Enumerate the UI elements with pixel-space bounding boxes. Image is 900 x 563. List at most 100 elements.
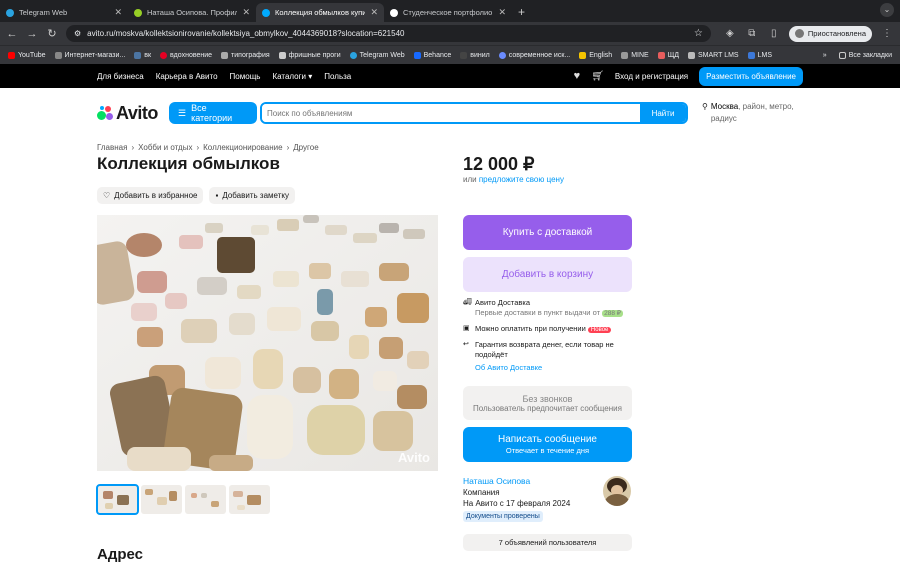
bookmark-art[interactable]: современное иск... (498, 51, 570, 59)
close-icon[interactable]: ✕ (498, 7, 506, 18)
star-icon[interactable]: ☆ (694, 28, 703, 39)
bookmark-smart-lms[interactable]: SMART LMS (688, 51, 739, 59)
thumbnail-1[interactable] (96, 484, 139, 515)
nav-link-catalogs[interactable]: Каталоги ▾ (272, 72, 312, 81)
search-input[interactable] (262, 104, 640, 122)
behance-icon (413, 51, 421, 59)
thumbnail-2[interactable] (141, 485, 182, 514)
delivery-info: 🚚︎ Авито Доставка Первые доставки в пунк… (463, 298, 638, 373)
docs-verified-badge: Документы проверены (463, 511, 543, 522)
breadcrumb-other[interactable]: Другое (293, 143, 318, 152)
address-bar[interactable]: ⚙ avito.ru/moskva/kollektsionirovanie/ko… (66, 25, 711, 42)
bookmark-vk[interactable]: вк (134, 51, 151, 59)
write-message-button[interactable]: Написать сообщение Отвечает в течение дн… (463, 427, 632, 462)
delivery-subtitle: Первые доставки в пункт выдачи от (475, 308, 601, 317)
tab-title: Наташа Осипова. Профиль (147, 8, 238, 17)
location-city: Москва (710, 102, 739, 111)
new-tab-icon[interactable]: + (518, 5, 525, 19)
add-to-cart-button[interactable]: Добавить в корзину (463, 257, 632, 292)
nav-link-benefit[interactable]: Польза (324, 72, 351, 81)
about-delivery-link[interactable]: Об Авито Доставке (475, 363, 638, 373)
cart-icon[interactable]: 🛒︎ (591, 71, 604, 82)
nav-link-business[interactable]: Для бизнеса (97, 72, 144, 81)
nav-link-help[interactable]: Помощь (230, 72, 261, 81)
menu-icon[interactable]: ⋮ (880, 28, 894, 39)
bookmark-shd[interactable]: ЩД (657, 51, 679, 59)
search-bar: Найти (260, 102, 688, 124)
tab-title: Telegram Web (19, 8, 68, 17)
bookmark-inspiration[interactable]: вдохновение (160, 51, 212, 59)
nav-link-career[interactable]: Карьера в Авито (156, 72, 218, 81)
site-header: Avito ☰ Все категории Найти ⚲ Москва, ра… (97, 100, 817, 126)
tab-portfolio[interactable]: Студенческое портфолио / ✕ (384, 3, 512, 22)
close-icon[interactable]: ✕ (114, 7, 122, 18)
no-calls-box: Без звонков Пользователь предпочитает со… (463, 386, 632, 420)
bookmark-shop[interactable]: Интернет-магази... (54, 51, 125, 59)
bookmark-telegram[interactable]: Telegram Web (349, 51, 405, 59)
puzzle-icon[interactable]: ⧉ (745, 28, 759, 39)
all-bookmarks-button[interactable]: Все закладки (838, 51, 892, 59)
bookmark-behance[interactable]: Behance (413, 51, 451, 59)
bookmark-mine[interactable]: MINE (621, 51, 649, 59)
reload-icon[interactable]: ↻ (46, 27, 58, 40)
folder-icon (838, 51, 846, 59)
bookmark-print[interactable]: типография (221, 51, 270, 59)
bookmark-vinyl[interactable]: винил (460, 51, 490, 59)
post-ad-button[interactable]: Разместить объявление (699, 66, 803, 86)
forward-icon[interactable]: → (26, 28, 38, 40)
bookmark-youtube[interactable]: YouTube (8, 51, 46, 59)
sidebar-icon[interactable]: ▯ (767, 28, 781, 39)
page-icon (747, 51, 755, 59)
bookmark-lms[interactable]: LMS (747, 51, 772, 59)
profile-label: Приостановлена (807, 29, 866, 38)
write-message-label: Написать сообщение (497, 434, 597, 445)
seller-avatar[interactable] (603, 476, 631, 506)
site-settings-icon[interactable]: ⚙ (74, 29, 81, 38)
location-pin-icon: ⚲ (702, 102, 708, 111)
page-icon (278, 51, 286, 59)
all-categories-button[interactable]: ☰ Все категории (169, 102, 257, 124)
back-icon[interactable]: ← (6, 28, 18, 40)
location-selector[interactable]: ⚲ Москва, район, метро, радиус (702, 101, 797, 125)
url-text: avito.ru/moskva/kollektsionirovanie/koll… (87, 29, 405, 38)
delivery-title: Авито Доставка (475, 298, 530, 307)
page-icon (221, 51, 229, 59)
tab-telegram[interactable]: Telegram Web ✕ (0, 3, 128, 22)
avatar (794, 29, 804, 38)
breadcrumb-hobby[interactable]: Хобби и отдых (138, 143, 192, 152)
folder-icon (621, 51, 629, 59)
bookmark-english[interactable]: English (579, 51, 612, 59)
extension-icon[interactable]: ◈ (723, 28, 737, 39)
breadcrumb-home[interactable]: Главная (97, 143, 127, 152)
chevron-down-icon[interactable]: ⌄ (880, 3, 894, 17)
logo-text: Avito (116, 102, 158, 123)
thumbnail-4[interactable] (229, 485, 270, 514)
profile-button[interactable]: Приостановлена (788, 25, 872, 42)
page-title: Коллекция обмылков (97, 154, 280, 173)
login-link[interactable]: Вход и регистрация (615, 72, 688, 81)
seller-listings-button[interactable]: 7 объявлений пользователя (463, 534, 632, 551)
search-button[interactable]: Найти (640, 104, 686, 122)
thumbnail-3[interactable] (185, 485, 226, 514)
bookmark-free-apps[interactable]: фришные проги (278, 51, 341, 59)
wallet-icon: ▣ (463, 325, 470, 332)
add-favorite-button[interactable]: ♡ Добавить в избранное (97, 187, 204, 204)
guarantee-text: Гарантия возврата денег, если товар не п… (475, 340, 614, 359)
response-time: Отвечает в течение дня (505, 446, 590, 455)
chevron-right-icon: › (286, 143, 290, 152)
buy-with-delivery-button[interactable]: Купить с доставкой (463, 215, 632, 250)
heart-icon[interactable]: ♥ (574, 70, 581, 82)
youtube-icon (8, 51, 15, 59)
close-icon[interactable]: ✕ (242, 7, 250, 18)
avito-logo[interactable]: Avito (97, 103, 169, 124)
folder-icon (54, 51, 62, 59)
main-photo[interactable]: Avito (97, 215, 438, 471)
breadcrumb-collecting[interactable]: Коллекционирование (203, 143, 282, 152)
pay-on-receipt: Можно оплатить при получении (475, 324, 586, 333)
tab-profile[interactable]: Наташа Осипова. Профиль ✕ (128, 3, 256, 22)
tab-listing[interactable]: Коллекция обмылков купить ✕ (256, 3, 384, 22)
more-bookmarks-button[interactable]: » (823, 52, 827, 59)
offer-price-link[interactable]: предложите свою цену (479, 175, 564, 184)
add-note-button[interactable]: ▪ Добавить заметку (209, 187, 295, 204)
close-icon[interactable]: ✕ (370, 7, 378, 18)
